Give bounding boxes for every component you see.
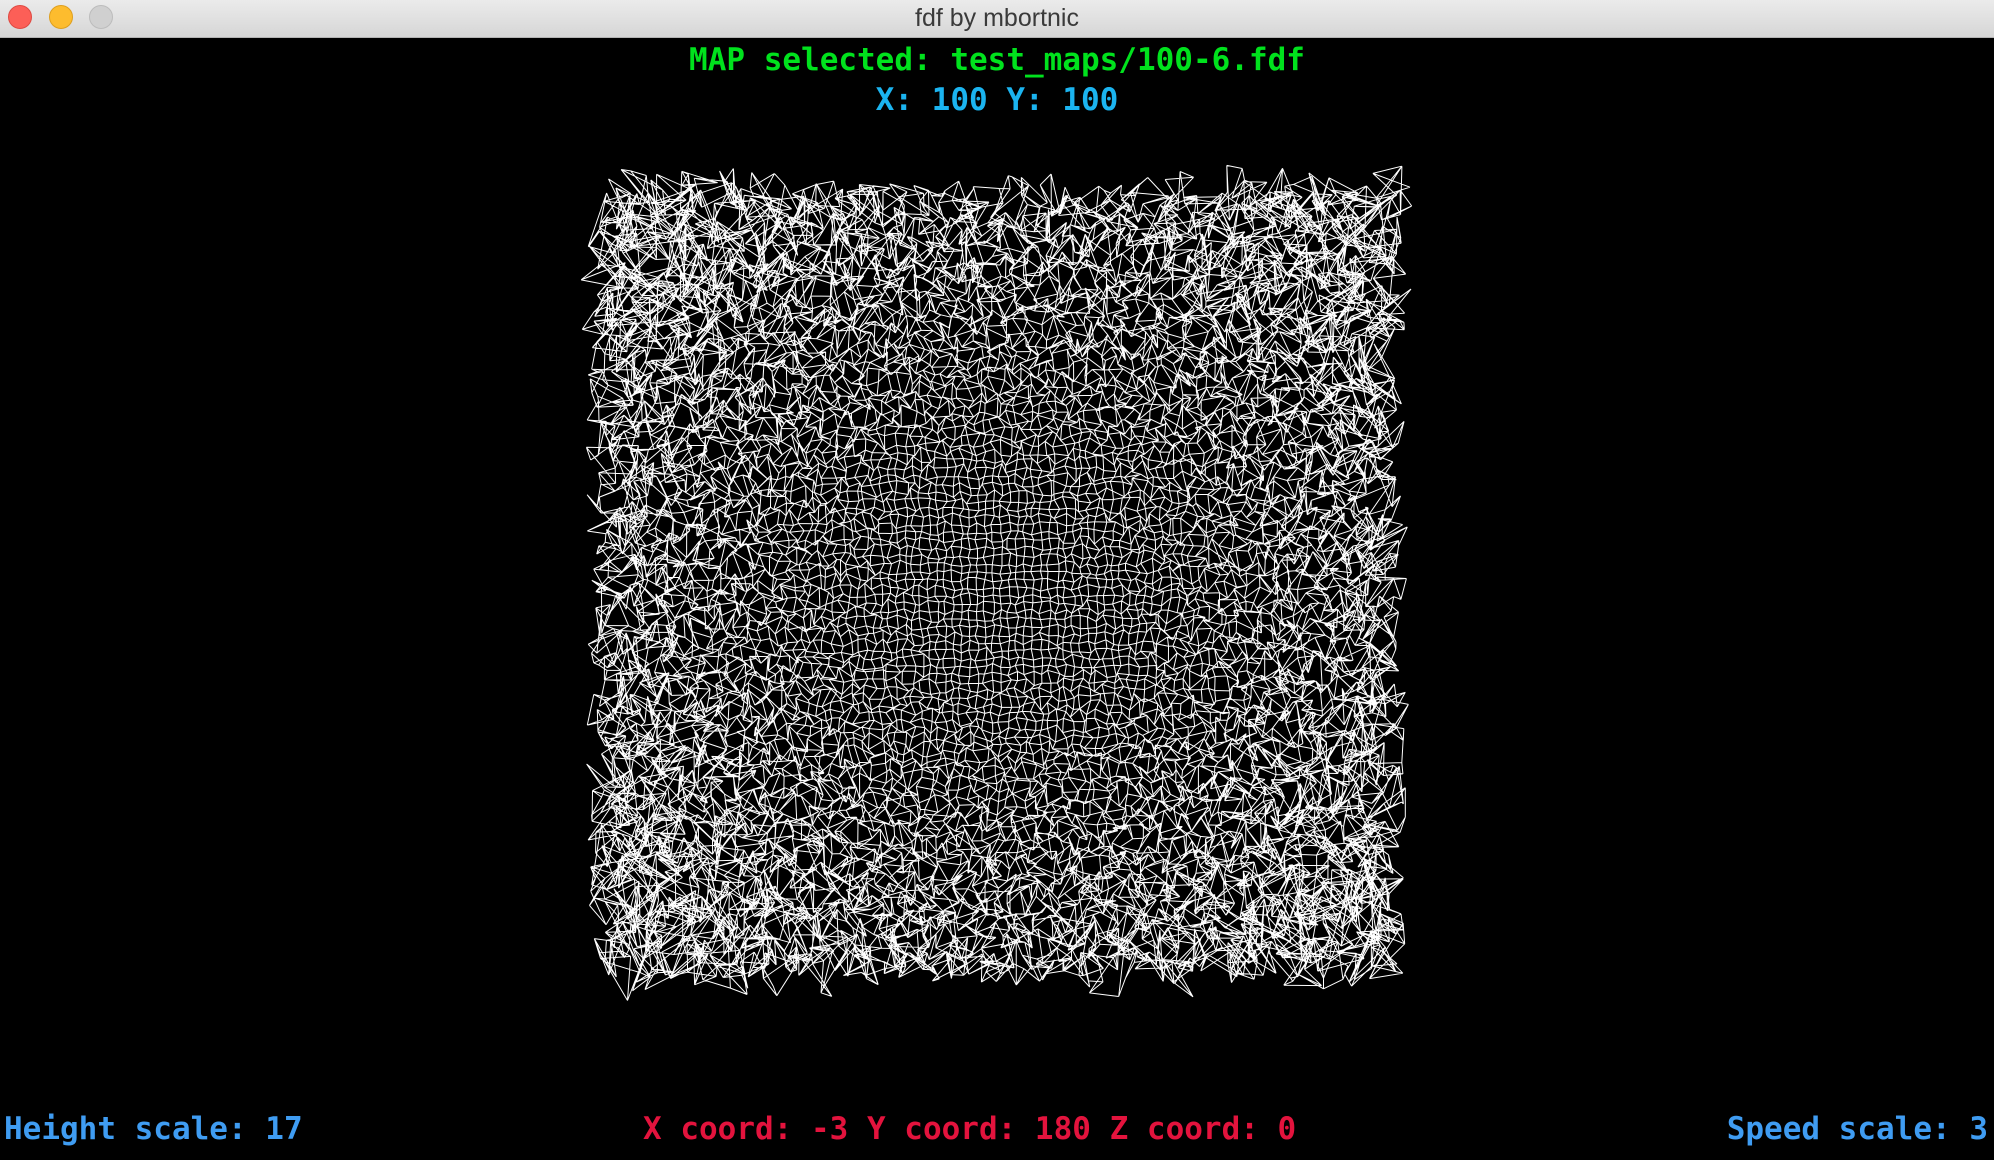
coordinates-label: X coord: -3 Y coord: 180 Z coord: 0	[643, 1111, 1297, 1147]
render-area[interactable]: MAP selected: test_maps/100-6.fdf X: 100…	[0, 38, 1994, 1160]
height-scale-label: Height scale: 17	[4, 1111, 303, 1147]
speed-scale-label: Speed scale: 3	[1726, 1111, 1988, 1147]
window-title: fdf by mbortnic	[915, 4, 1079, 32]
wireframe-mesh	[580, 164, 1413, 1001]
title-bar[interactable]: fdf by mbortnic	[0, 0, 1994, 38]
map-size-label: X: 100 Y: 100	[875, 82, 1119, 118]
app-window: fdf by mbortnic MAP selected: test_maps/…	[0, 0, 1994, 1160]
wireframe-lines	[580, 164, 1413, 1001]
map-selected-label: MAP selected: test_maps/100-6.fdf	[689, 42, 1305, 78]
